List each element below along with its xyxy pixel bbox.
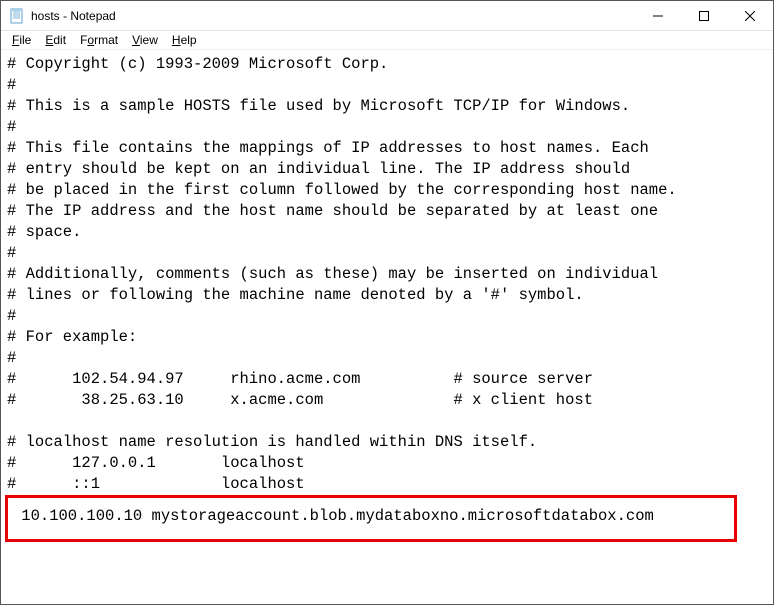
menubar: File Edit Format View Help: [1, 31, 773, 50]
window-controls: [635, 1, 773, 30]
menu-format[interactable]: Format: [73, 32, 125, 48]
minimize-button[interactable]: [635, 1, 681, 31]
titlebar: hosts - Notepad: [1, 1, 773, 31]
file-content: # Copyright (c) 1993-2009 Microsoft Corp…: [7, 54, 767, 495]
text-editor-area[interactable]: # Copyright (c) 1993-2009 Microsoft Corp…: [1, 50, 773, 546]
highlighted-entry: 10.100.100.10 mystorageaccount.blob.myda…: [5, 495, 737, 542]
menu-edit[interactable]: Edit: [38, 32, 73, 48]
menu-file[interactable]: File: [5, 32, 38, 48]
notepad-icon: [9, 8, 25, 24]
maximize-button[interactable]: [681, 1, 727, 31]
menu-help[interactable]: Help: [165, 32, 204, 48]
close-button[interactable]: [727, 1, 773, 31]
highlighted-text: 10.100.100.10 mystorageaccount.blob.myda…: [12, 506, 730, 527]
window-title: hosts - Notepad: [31, 9, 635, 23]
menu-view[interactable]: View: [125, 32, 165, 48]
